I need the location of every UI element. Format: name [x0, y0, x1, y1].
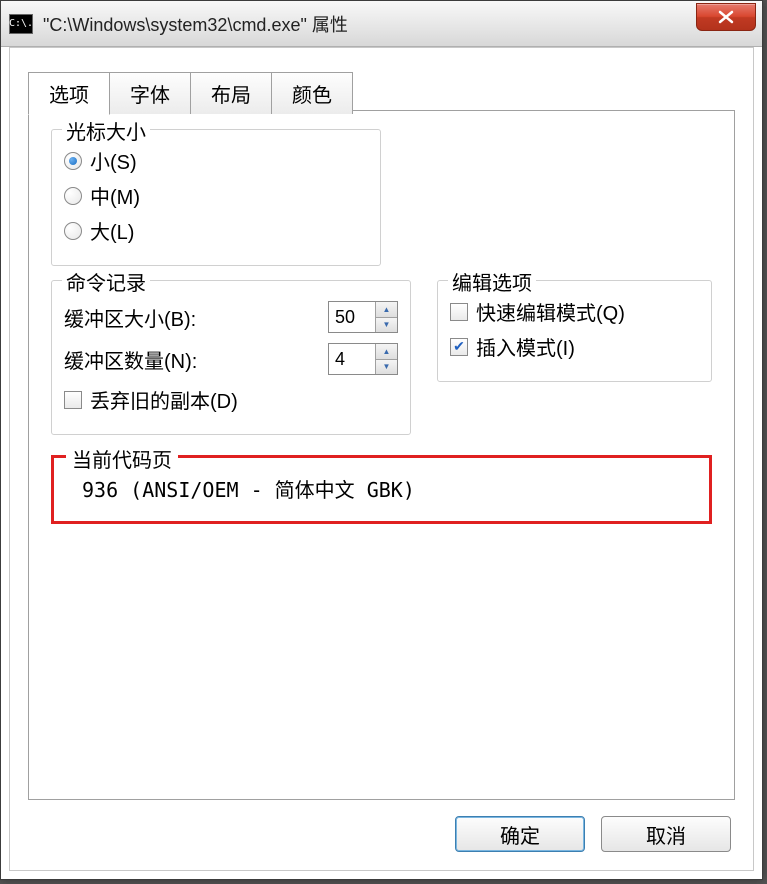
radio-icon: [64, 222, 82, 240]
codepage-legend: 当前代码页: [66, 444, 178, 473]
properties-dialog: C:\. "C:\Windows\system32\cmd.exe" 属性 选项…: [0, 0, 763, 880]
spinner-up-button[interactable]: ▲: [376, 344, 397, 360]
close-button[interactable]: [696, 3, 756, 31]
insert-mode-checkbox[interactable]: ✔ 插入模式(I): [450, 332, 699, 361]
cursor-size-label: 大(L): [90, 216, 134, 245]
buffer-count-spinner[interactable]: ▲ ▼: [328, 343, 398, 375]
ok-button[interactable]: 确定: [455, 816, 585, 852]
dialog-buttons: 确定 取消: [455, 816, 731, 852]
cancel-button[interactable]: 取消: [601, 816, 731, 852]
close-icon: [718, 10, 734, 24]
spinner-down-button[interactable]: ▼: [376, 318, 397, 333]
tabs: 选项 字体 布局 颜色: [28, 72, 753, 114]
buffer-count-label: 缓冲区数量(N):: [64, 345, 328, 374]
insert-mode-label: 插入模式(I): [476, 332, 575, 361]
cmd-icon: C:\.: [9, 14, 33, 34]
discard-old-checkbox[interactable]: 丢弃旧的副本(D): [64, 385, 398, 414]
tab-layout[interactable]: 布局: [190, 72, 272, 114]
edit-options-legend: 编辑选项: [448, 267, 536, 296]
buffer-size-label: 缓冲区大小(B):: [64, 303, 328, 332]
discard-old-label: 丢弃旧的副本(D): [90, 385, 238, 414]
checkbox-icon: ✔: [450, 338, 468, 356]
titlebar[interactable]: C:\. "C:\Windows\system32\cmd.exe" 属性: [1, 1, 762, 47]
cursor-size-label: 中(M): [90, 181, 140, 210]
tab-colors[interactable]: 颜色: [271, 72, 353, 114]
window-title: "C:\Windows\system32\cmd.exe" 属性: [43, 11, 348, 37]
command-history-group: 命令记录 缓冲区大小(B): ▲ ▼: [51, 280, 411, 435]
radio-icon: [64, 152, 82, 170]
tab-options[interactable]: 选项: [28, 72, 110, 115]
buffer-count-input[interactable]: [329, 344, 375, 374]
edit-options-group: 编辑选项 快速编辑模式(Q) ✔ 插入模式(I): [437, 280, 712, 382]
buffer-size-spinner[interactable]: ▲ ▼: [328, 301, 398, 333]
cursor-size-small[interactable]: 小(S): [64, 146, 368, 175]
cursor-size-group: 光标大小 小(S) 中(M) 大(L): [51, 129, 381, 266]
checkbox-icon: [64, 391, 82, 409]
checkbox-icon: [450, 303, 468, 321]
codepage-value: 936 (ANSI/OEM - 简体中文 GBK): [68, 468, 695, 505]
quick-edit-label: 快速编辑模式(Q): [476, 297, 625, 326]
cursor-size-label: 小(S): [90, 146, 137, 175]
tab-content: 光标大小 小(S) 中(M) 大(L) 命令记录: [28, 110, 735, 800]
command-history-legend: 命令记录: [62, 267, 150, 296]
quick-edit-checkbox[interactable]: 快速编辑模式(Q): [450, 297, 699, 326]
radio-icon: [64, 187, 82, 205]
cursor-size-medium[interactable]: 中(M): [64, 181, 368, 210]
tab-font[interactable]: 字体: [109, 72, 191, 114]
dialog-body: 选项 字体 布局 颜色 光标大小 小(S) 中(M) 大(L): [9, 47, 754, 871]
codepage-group: 当前代码页 936 (ANSI/OEM - 简体中文 GBK): [51, 455, 712, 524]
spinner-down-button[interactable]: ▼: [376, 360, 397, 375]
cursor-size-legend: 光标大小: [62, 116, 150, 145]
cursor-size-large[interactable]: 大(L): [64, 216, 368, 245]
buffer-size-input[interactable]: [329, 302, 375, 332]
spinner-up-button[interactable]: ▲: [376, 302, 397, 318]
